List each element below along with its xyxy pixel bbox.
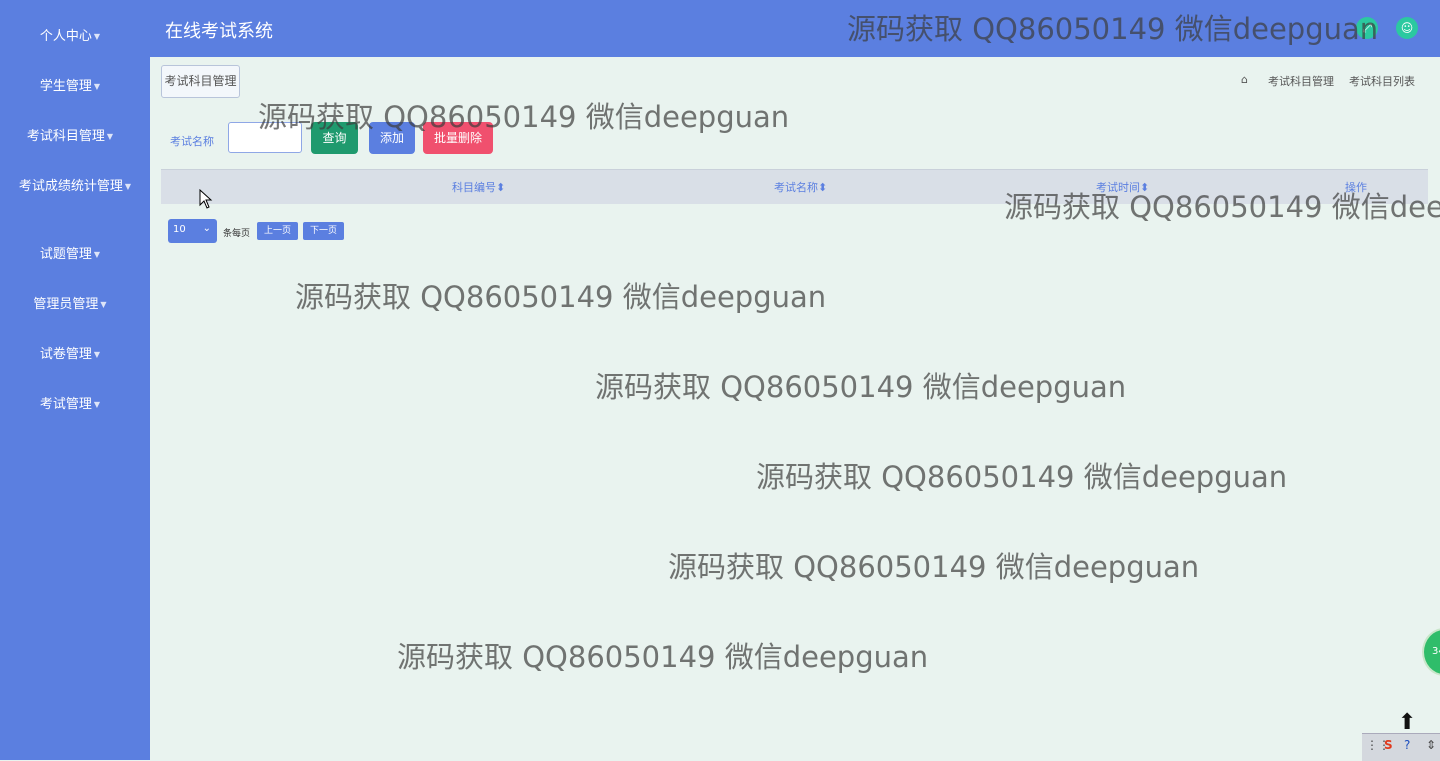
sidebar-item-label: 考试科目管理 bbox=[26, 129, 105, 144]
caret-down-icon: ▼ bbox=[93, 32, 101, 41]
caret-down-icon: ▼ bbox=[100, 300, 107, 309]
add-button[interactable]: 添加 bbox=[369, 122, 415, 154]
column-header-exam-name[interactable]: 考试名称⬍ bbox=[774, 179, 827, 195]
next-page-button[interactable]: 下一页 bbox=[303, 222, 344, 240]
sidebar-item-label: 考试成绩统计管理 bbox=[18, 179, 123, 194]
sidebar-item-label: 试题管理 bbox=[39, 247, 92, 262]
sidebar-item-admins[interactable]: 管理员管理 ▼ bbox=[0, 296, 140, 313]
page-size-value: 10 bbox=[173, 224, 186, 235]
prev-page-button[interactable]: 上一页 bbox=[257, 222, 298, 240]
sort-icon: ⬍ bbox=[1140, 181, 1150, 194]
sidebar-item-personal-center[interactable]: 个人中心 ▼ bbox=[0, 28, 140, 45]
breadcrumb-item: 考试科目列表 bbox=[1349, 75, 1415, 88]
sidebar-item-label: 个人中心 bbox=[39, 29, 92, 44]
help-icon[interactable]: ? bbox=[1404, 738, 1410, 752]
search-input[interactable] bbox=[228, 122, 302, 153]
query-button[interactable]: 查询 bbox=[311, 122, 358, 154]
column-header-subject-id[interactable]: 科目编号⬍ bbox=[452, 179, 505, 195]
fullscreen-icon[interactable]: ⤢ bbox=[1356, 17, 1378, 39]
input-method-icon[interactable]: S bbox=[1384, 738, 1393, 752]
breadcrumb-item[interactable]: 考试科目管理 bbox=[1268, 73, 1334, 89]
per-page-label: 条每页 bbox=[223, 229, 251, 239]
chevron-down-icon: ⌄ bbox=[202, 223, 211, 234]
page-size-select[interactable]: 10 ⌄ bbox=[168, 219, 217, 243]
sidebar-item-exam-subjects[interactable]: 考试科目管理 ▼ bbox=[0, 128, 140, 145]
sidebar-item-students[interactable]: 学生管理 ▼ bbox=[0, 78, 140, 95]
main-content: 考试科目管理 ⌂ 考试科目管理 考试科目列表 考试名称 查询 添加 批量删除 科… bbox=[150, 57, 1440, 760]
column-label: 考试名称 bbox=[774, 181, 818, 194]
column-label: 考试时间 bbox=[1096, 181, 1140, 194]
caret-down-icon: ▼ bbox=[106, 132, 114, 141]
back-to-top-icon[interactable]: ⬆ bbox=[1398, 710, 1416, 735]
sidebar-item-label: 考试管理 bbox=[39, 397, 92, 412]
sidebar-item-label: 学生管理 bbox=[39, 79, 92, 94]
table-header: 科目编号⬍ 考试名称⬍ 考试时间⬍ 操作 bbox=[161, 169, 1428, 204]
column-header-exam-time[interactable]: 考试时间⬍ bbox=[1096, 179, 1149, 195]
sidebar-item-label: 管理员管理 bbox=[33, 297, 99, 312]
system-tray: ⋮⋮ S ? ⇕ bbox=[1362, 733, 1440, 761]
tab-exam-subjects[interactable]: 考试科目管理 bbox=[161, 65, 240, 98]
caret-down-icon: ▼ bbox=[93, 250, 101, 259]
caret-down-icon: ▼ bbox=[124, 182, 132, 191]
sidebar-item-label: 试卷管理 bbox=[39, 347, 92, 362]
sidebar: 个人中心 ▼ 学生管理 ▼ 考试科目管理 ▼ 考试成绩统计管理 ▼ 试题管理 ▼ 管理员管… bbox=[0, 0, 150, 760]
caret-down-icon: ▼ bbox=[93, 400, 101, 409]
sidebar-item-questions[interactable]: 试题管理 ▼ bbox=[0, 246, 140, 263]
sort-icon: ⬍ bbox=[496, 181, 506, 194]
caret-down-icon: ▼ bbox=[93, 350, 101, 359]
app-title: 在线考试系统 bbox=[165, 21, 273, 42]
tray-expand-icon[interactable]: ⇕ bbox=[1426, 738, 1436, 752]
batch-delete-button[interactable]: 批量删除 bbox=[423, 122, 493, 154]
search-label: 考试名称 bbox=[170, 135, 214, 148]
column-label: 科目编号 bbox=[452, 181, 496, 194]
sidebar-item-score-stats[interactable]: 考试成绩统计管理 ▼ bbox=[8, 178, 142, 195]
sort-icon: ⬍ bbox=[818, 181, 828, 194]
caret-down-icon: ▼ bbox=[93, 82, 101, 91]
column-header-actions: 操作 bbox=[1345, 181, 1367, 194]
user-icon[interactable]: ☺ bbox=[1396, 17, 1418, 39]
top-bar: 在线考试系统 ⤢ ☺ bbox=[150, 0, 1440, 57]
sidebar-item-papers[interactable]: 试卷管理 ▼ bbox=[0, 346, 140, 363]
mouse-cursor-icon bbox=[199, 189, 213, 209]
badge-count: 34 bbox=[1432, 646, 1440, 657]
sidebar-item-exams[interactable]: 考试管理 ▼ bbox=[0, 396, 140, 413]
home-icon[interactable]: ⌂ bbox=[1241, 73, 1248, 86]
